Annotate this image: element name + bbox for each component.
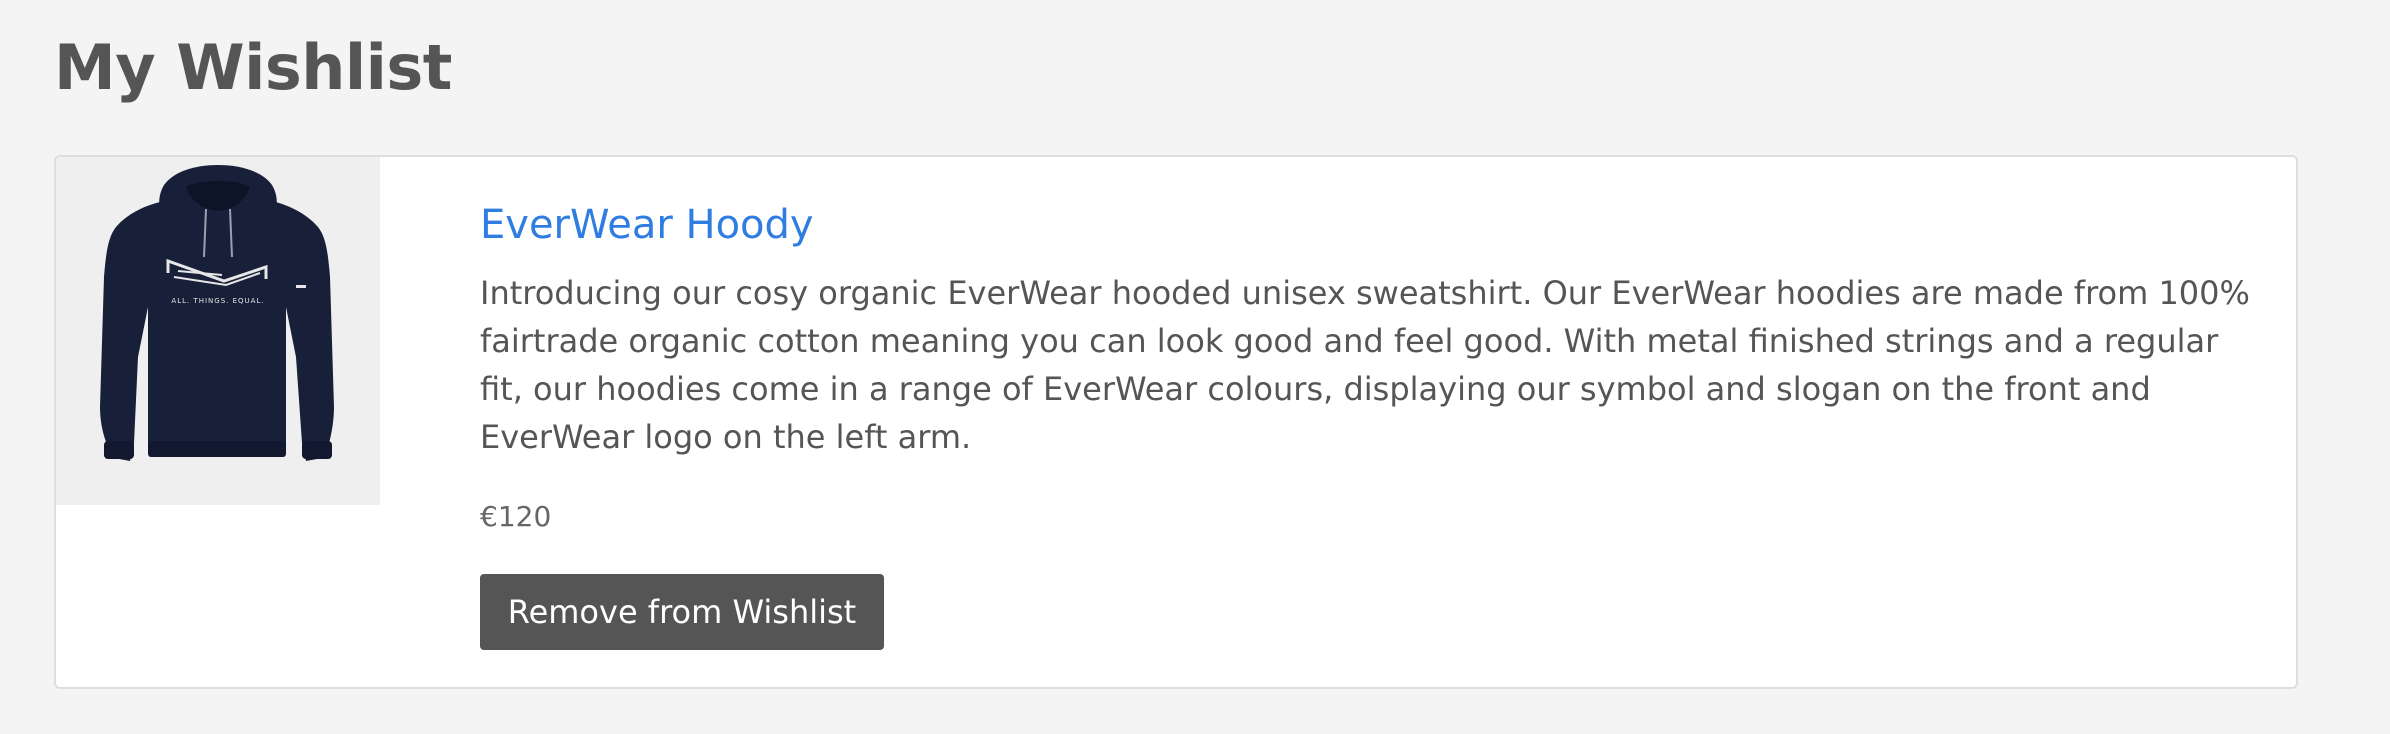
wishlist-item-card: ALL. THINGS. EQUAL. EverWear Hoody Intro… [54, 155, 2298, 689]
product-name-link[interactable]: EverWear Hoody [480, 195, 814, 255]
hoodie-slogan: ALL. THINGS. EQUAL. [171, 297, 264, 305]
hoodie-image: ALL. THINGS. EQUAL. [100, 165, 334, 461]
page-title: My Wishlist [54, 31, 452, 104]
product-description: Introducing our cosy organic EverWear ho… [480, 274, 2250, 456]
product-price: €120 [480, 500, 552, 533]
remove-from-wishlist-button[interactable]: Remove from Wishlist [480, 574, 884, 650]
product-image[interactable]: ALL. THINGS. EQUAL. [56, 157, 380, 505]
